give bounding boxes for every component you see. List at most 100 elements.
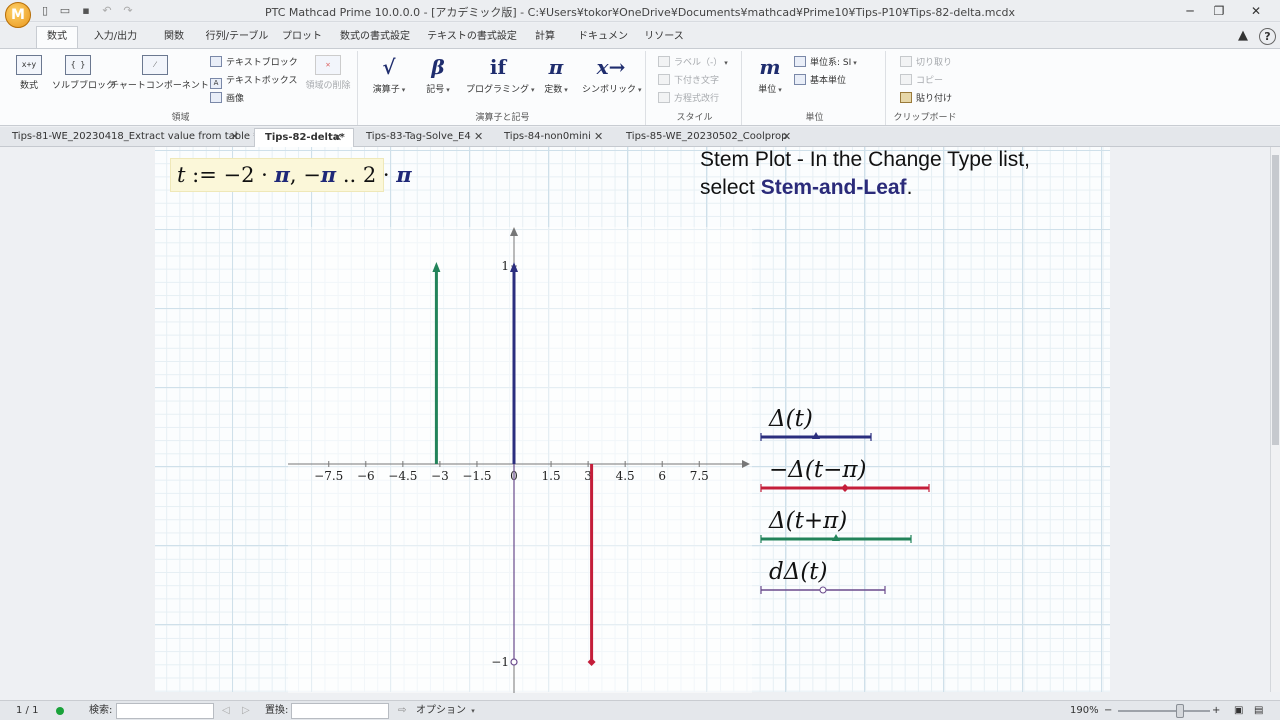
solve-block-button[interactable]: { } ソルブブロック [52,55,115,91]
page-view-icon[interactable]: ▣ [1234,704,1243,718]
tab-document[interactable]: ドキュメント [574,27,632,62]
title-bar: M ▯ ▭ ▪ ↶ ↷ PTC Mathcad Prime 10.0.0.0 -… [0,0,1280,28]
text-block-icon [210,56,222,67]
close-button[interactable]: ✕ [1242,2,1270,20]
chart-icon: ⁄ [142,55,168,75]
group-label-style: スタイル [676,113,713,123]
close-tab-icon[interactable]: ✕ [594,128,603,146]
zoom-slider-thumb[interactable] [1176,704,1184,718]
paste-button[interactable]: 貼り付け [900,91,952,107]
replace-arrow-icon[interactable]: ⇨ [398,704,406,718]
cut-button[interactable]: 切り取り [900,55,952,71]
legend-expression[interactable]: Δ(t+π) [768,508,847,534]
ribbon: x+y 数式 { } ソルブブロック ⁄ チャートコンポーネント▾ テキストブロ… [0,48,1280,126]
options-dropdown[interactable]: オプション ▾ [416,704,475,718]
close-tab-icon[interactable]: ✕ [230,128,239,146]
doc-tab-tips-84[interactable]: Tips-84-non0mini ✕ [494,128,614,147]
note-highlight: Stem-and-Leaf [760,176,907,199]
scrollbar-thumb[interactable] [1272,155,1279,445]
unit-m-icon: m [759,55,781,79]
close-tab-icon[interactable]: ✕ [474,128,483,146]
label-dropdown[interactable]: ラベル（-） ▾ [658,55,728,71]
tab-matrix-table[interactable]: 行列/テーブル [205,27,269,48]
subscript-button[interactable]: 下付き文字 [658,73,719,89]
programming-button[interactable]: if プログラミング ▾ [466,55,535,95]
group-label-units: 単位 [805,113,824,123]
y-tick-label: 1 [501,259,509,273]
doc-tab-tips-85[interactable]: Tips-85-WE_20230502_Coolprop ✕ [616,128,802,147]
x-tick-label: −3 [431,469,449,483]
zoom-out-button[interactable]: − [1104,704,1112,718]
tab-math[interactable]: 数式 [36,26,78,49]
search-prev-icon[interactable]: ◁ [222,704,230,718]
tab-plot[interactable]: プロット [281,27,323,48]
tab-math-format[interactable]: 数式の書式設定 [335,27,415,48]
minimize-button[interactable]: ─ [1176,2,1204,20]
legend-expression[interactable]: dΔ(t) [769,559,828,585]
tab-text-format[interactable]: テキストの書式設定 [427,27,517,48]
copy-button[interactable]: コピー [900,73,943,89]
tab-functions[interactable]: 関数 [155,27,193,48]
doc-tab-tips-83[interactable]: Tips-83-Tag-Solve_E4 ✕ [356,128,492,147]
ribbon-group-region: x+y 数式 { } ソルブブロック ⁄ チャートコンポーネント▾ テキストブロ… [4,51,358,125]
calculation-status-icon [56,707,64,715]
math-region-button[interactable]: x+y 数式 [12,55,46,91]
ribbon-group-style: ラベル（-） ▾ 下付き文字 方程式改行 スタイル [648,51,742,125]
tab-input-output[interactable]: 入力/出力 [88,27,143,48]
delete-region-icon: ✕ [315,55,341,75]
base-units-button[interactable]: 基本単位 [794,73,846,89]
legend-marker-circle [819,586,827,594]
image-button[interactable]: 画像 [210,91,244,107]
symbolic-button[interactable]: x→ シンボリック ▾ [582,55,642,95]
plot-expression-legend[interactable]: Δ(t) −Δ(t−π) Δ(t+π) dΔ(t) [755,395,945,605]
zoom-slider[interactable] [1118,710,1210,712]
doc-tab-tips-82[interactable]: Tips-82-delta* ✕ [254,128,354,147]
operators-button[interactable]: √ 演算子 ▾ [366,55,412,95]
window-title: PTC Mathcad Prime 10.0.0.0 - [アカデミック版] -… [264,6,1015,19]
text-note-region[interactable]: Stem Plot - In the Change Type list, sel… [700,146,1120,202]
doc-tab-tips-81[interactable]: Tips-81-WE_20230418_Extract value from t… [2,128,258,147]
close-tab-icon[interactable]: ✕ [782,128,791,146]
range-definition-region[interactable]: t := −2 · π, −π .. 2 · π [170,158,412,192]
replace-input[interactable] [291,703,389,719]
text-block-button[interactable]: テキストブロック [210,55,298,71]
stem-plot-region[interactable]: −7.5−6−4.5−3−1.501.534.567.5−11 [288,227,752,693]
stem-marker-triangle [510,262,518,272]
tab-resources[interactable]: リソース [643,27,685,48]
tab-calculation[interactable]: 計算 [527,27,563,48]
text-box-button[interactable]: A テキストボックス [210,73,297,89]
line-break-button[interactable]: 方程式改行 [658,91,719,107]
units-button[interactable]: m 単位 ▾ [750,55,790,95]
search-next-icon[interactable]: ▷ [242,704,250,718]
constants-button[interactable]: π 定数 ▾ [536,55,576,95]
paste-icon [900,92,912,103]
group-label-clipboard: クリップボード [893,113,957,123]
search-input[interactable] [116,703,214,719]
note-line-1: Stem Plot - In the Change Type list, [700,148,1030,171]
stem-plot[interactable]: −7.5−6−4.5−3−1.501.534.567.5−11 [288,227,752,693]
legend-expression[interactable]: −Δ(t−π) [769,457,866,483]
symbols-button[interactable]: β 記号 ▾ [418,55,458,95]
help-icon[interactable]: ? [1259,28,1276,45]
unit-system-icon [794,56,806,67]
x-tick-label: −6 [357,469,375,483]
restore-button[interactable]: ❐ [1205,2,1233,20]
note-line-2: select Stem-and-Leaf. [700,176,913,199]
base-units-icon [794,74,806,85]
delete-region-button[interactable]: ✕ 領域の削除 [302,55,354,91]
group-label-region: 領域 [171,113,190,123]
legend-expression[interactable]: Δ(t) [768,406,813,432]
status-bar: 1 / 1 検索: ◁ ▷ 置換: ⇨ オプション ▾ 190% − + ▣ ▤ [0,700,1280,720]
vertical-scrollbar[interactable] [1270,147,1280,692]
close-tab-icon[interactable]: ✕ [333,129,342,147]
label-icon [658,56,670,67]
mathcad-logo-icon[interactable]: M [5,2,31,28]
ribbon-group-clipboard: 切り取り コピー 貼り付け クリップボード [888,51,962,125]
chart-component-button[interactable]: ⁄ チャートコンポーネント▾ [110,55,214,91]
unit-system-dropdown[interactable]: 単位系: SI ▾ [794,55,857,71]
stem-marker-triangle [432,262,441,272]
zoom-in-button[interactable]: + [1212,704,1220,718]
academic-cap-icon[interactable]: ▲ [1233,26,1253,46]
draft-view-icon[interactable]: ▤ [1254,704,1263,718]
stem-marker-circle [510,658,518,666]
